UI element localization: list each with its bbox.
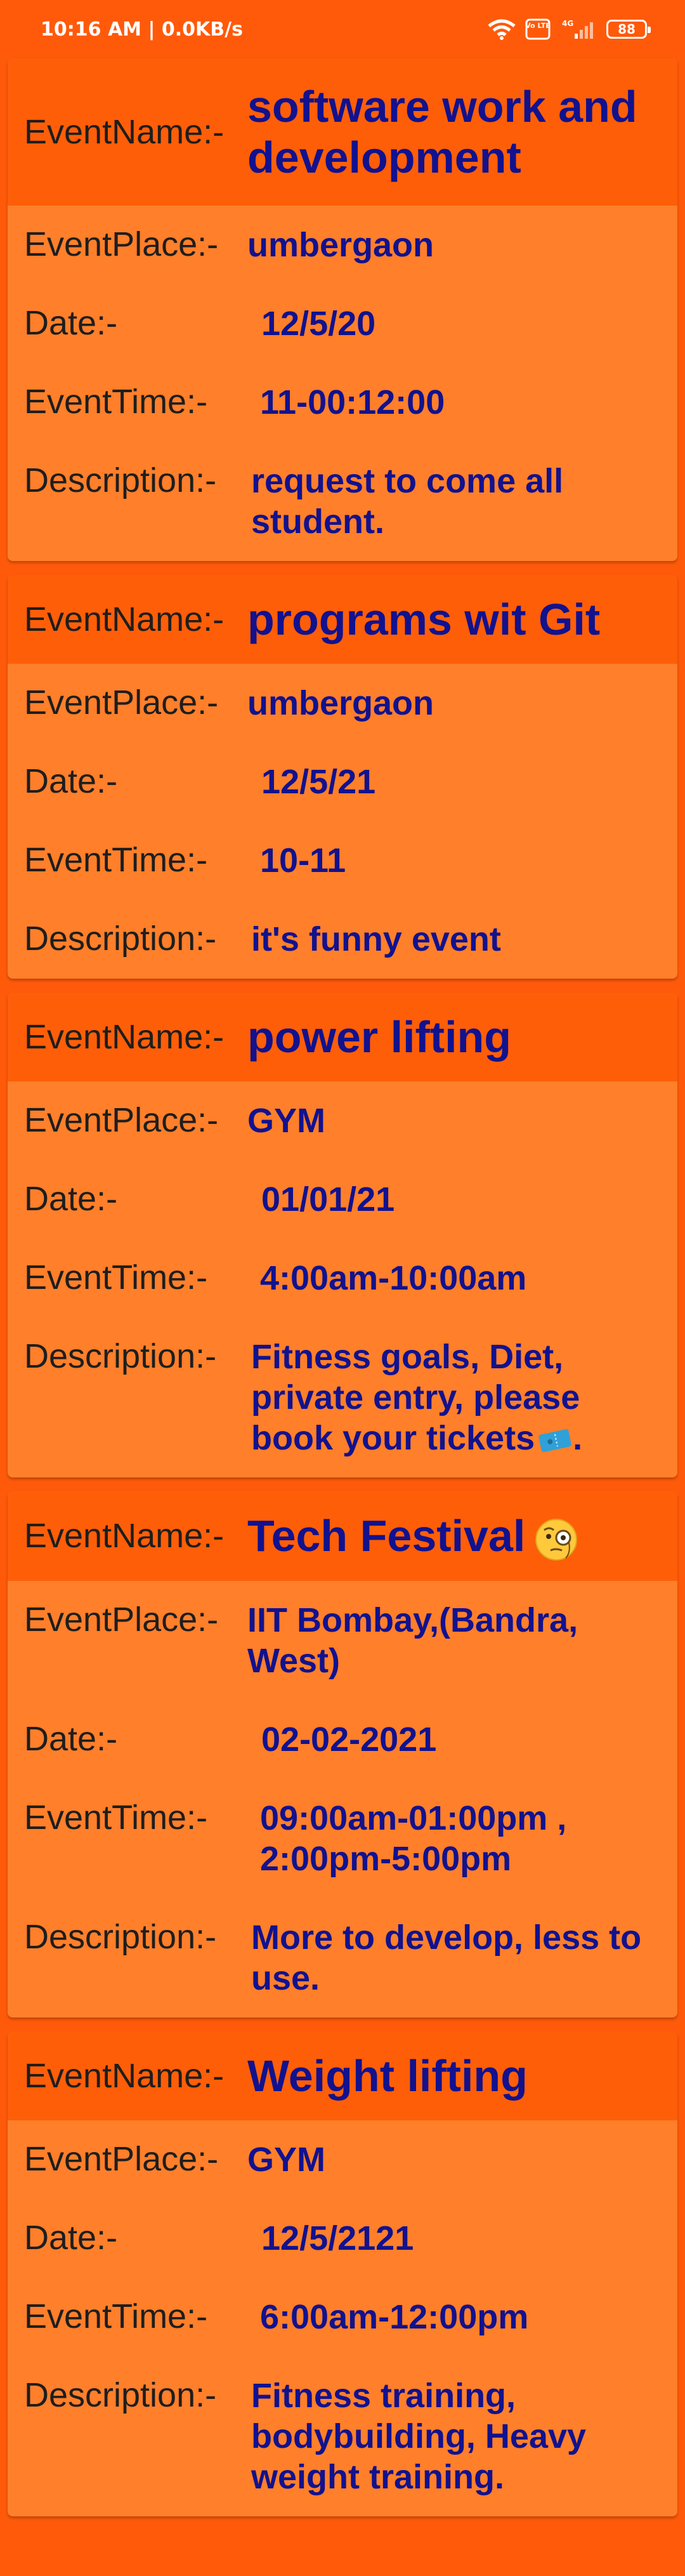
- event-place-row: EventPlace:- GYM: [8, 2120, 677, 2199]
- event-description-label: Description:-: [24, 1337, 217, 1375]
- svg-text:4G: 4G: [562, 19, 573, 28]
- event-place-value: umbergaon: [247, 684, 434, 722]
- event-date-row: Date:- 12/5/21: [8, 743, 677, 821]
- event-date-value: 12/5/20: [261, 305, 376, 343]
- event-card[interactable]: EventName:- Weight lifting EventPlace:- …: [8, 2031, 677, 2516]
- event-description-label: Description:-: [24, 2375, 217, 2414]
- event-description-text: Fitness goals, Diet, private entry, plea…: [251, 1338, 580, 1457]
- event-name-row: EventName:- power lifting: [8, 993, 677, 1081]
- event-name-row: EventName:- software work and developmen…: [8, 58, 677, 206]
- event-time-label: EventTime:-: [24, 2297, 208, 2335]
- event-description-value: Fitness training, bodybuilding, Heavy we…: [251, 2376, 587, 2496]
- event-date-label: Date:-: [24, 1180, 118, 1218]
- cell-signal-icon: 4G: [562, 19, 593, 39]
- event-description-label: Description:-: [24, 920, 217, 958]
- event-description-row: Description:- Fitness goals, Diet, priva…: [8, 1318, 677, 1477]
- event-time-value: 10-11: [260, 842, 346, 880]
- event-time-row: EventTime:- 10-11: [8, 821, 677, 900]
- status-time: 10:16 AM | 0.0KB/s: [41, 18, 243, 41]
- battery-icon: 88: [606, 20, 651, 39]
- event-description-value: Fitness goals, Diet, private entry, plea…: [251, 1337, 665, 1458]
- event-description-label: Description:-: [24, 461, 217, 499]
- monocle-face-icon: [535, 1518, 578, 1561]
- event-time-label: EventTime:-: [24, 383, 208, 421]
- event-description-label: Description:-: [24, 1917, 217, 1956]
- event-name-value: Tech Festival: [247, 1510, 578, 1562]
- event-time-row: EventTime:- 6:00am-12:00pm: [8, 2278, 677, 2356]
- event-date-value: 01/01/21: [261, 1180, 395, 1219]
- status-bar: 10:16 AM | 0.0KB/s Vo LTE 4G 88: [0, 0, 685, 58]
- event-description-row: Description:- it's funny event: [8, 900, 677, 979]
- status-icons: Vo LTE 4G 88: [487, 18, 651, 40]
- event-card[interactable]: EventName:- programs wit Git EventPlace:…: [8, 575, 677, 979]
- event-description-value: it's funny event: [251, 920, 501, 958]
- event-time-label: EventTime:-: [24, 1258, 208, 1297]
- event-description-value: More to develop, less to use.: [251, 1918, 642, 1997]
- event-place-row: EventPlace:- IIT Bombay,(Bandra, West): [8, 1581, 677, 1700]
- event-name-label: EventName:-: [24, 1517, 225, 1556]
- event-place-value: umbergaon: [247, 226, 434, 264]
- event-card[interactable]: EventName:- Tech Festival EventPlace:- I…: [8, 1491, 677, 2018]
- event-date-label: Date:-: [24, 1719, 118, 1758]
- event-name-label: EventName:-: [24, 600, 225, 638]
- event-name-value: Weight lifting: [247, 2051, 528, 2101]
- event-list: EventName:- software work and developmen…: [0, 58, 685, 2516]
- event-place-row: EventPlace:- GYM: [8, 1081, 677, 1160]
- event-place-value: GYM: [247, 1102, 326, 1140]
- wifi-icon: [488, 19, 516, 40]
- event-name-label: EventName:-: [24, 113, 225, 151]
- event-card[interactable]: EventName:- software work and developmen…: [8, 58, 677, 561]
- event-name-value: software work and development: [247, 82, 637, 182]
- event-time-value: 6:00am-12:00pm: [260, 2297, 529, 2336]
- event-time-value: 09:00am-01:00pm , 2:00pm-5:00pm: [260, 1799, 567, 1878]
- event-date-value: 12/5/2121: [261, 2219, 414, 2257]
- event-place-row: EventPlace:- umbergaon: [8, 206, 677, 284]
- event-name-value: programs wit Git: [247, 595, 601, 644]
- event-card[interactable]: EventName:- power lifting EventPlace:- G…: [8, 993, 677, 1477]
- event-name-value: power lifting: [247, 1012, 512, 1062]
- event-place-label: EventPlace:-: [24, 1600, 219, 1639]
- event-description-row: Description:- request to come all studen…: [8, 442, 677, 561]
- event-date-row: Date:- 01/01/21: [8, 1160, 677, 1239]
- event-name-label: EventName:-: [24, 2056, 225, 2095]
- event-time-row: EventTime:- 09:00am-01:00pm , 2:00pm-5:0…: [8, 1779, 677, 1898]
- event-date-label: Date:-: [24, 762, 118, 800]
- event-time-row: EventTime:- 4:00am-10:00am: [8, 1239, 677, 1318]
- event-description-suffix: .: [573, 1419, 583, 1457]
- event-place-label: EventPlace:-: [24, 684, 219, 722]
- event-place-label: EventPlace:-: [24, 1101, 219, 1139]
- event-description-row: Description:- More to develop, less to u…: [8, 1898, 677, 2018]
- event-name-text: Tech Festival: [247, 1511, 526, 1561]
- event-description-row: Description:- Fitness training, bodybuil…: [8, 2356, 677, 2516]
- event-place-value: IIT Bombay,(Bandra, West): [247, 1601, 578, 1680]
- event-name-row: EventName:- Weight lifting: [8, 2031, 677, 2120]
- ticket-icon: [538, 1429, 571, 1452]
- event-date-label: Date:-: [24, 304, 118, 342]
- event-place-value: GYM: [247, 2140, 326, 2179]
- event-date-value: 12/5/21: [261, 763, 376, 801]
- event-place-label: EventPlace:-: [24, 225, 219, 263]
- event-date-row: Date:- 12/5/2121: [8, 2199, 677, 2278]
- svg-text:Vo LTE: Vo LTE: [525, 22, 551, 30]
- event-date-row: Date:- 12/5/20: [8, 284, 677, 363]
- event-place-row: EventPlace:- umbergaon: [8, 664, 677, 743]
- battery-level: 88: [618, 22, 636, 37]
- event-date-label: Date:-: [24, 2218, 118, 2257]
- event-time-value: 4:00am-10:00am: [260, 1259, 527, 1297]
- event-description-value: request to come all student.: [251, 462, 564, 541]
- event-time-label: EventTime:-: [24, 1798, 208, 1837]
- event-time-value: 11-00:12:00: [260, 383, 445, 421]
- event-name-row: EventName:- Tech Festival: [8, 1491, 677, 1581]
- event-time-row: EventTime:- 11-00:12:00: [8, 363, 677, 442]
- event-date-row: Date:- 02-02-2021: [8, 1700, 677, 1779]
- event-name-label: EventName:-: [24, 1018, 225, 1056]
- volte-icon: Vo LTE: [525, 18, 551, 40]
- event-date-value: 02-02-2021: [261, 1720, 437, 1759]
- event-time-label: EventTime:-: [24, 841, 208, 879]
- event-place-label: EventPlace:-: [24, 2139, 219, 2178]
- event-name-row: EventName:- programs wit Git: [8, 575, 677, 664]
